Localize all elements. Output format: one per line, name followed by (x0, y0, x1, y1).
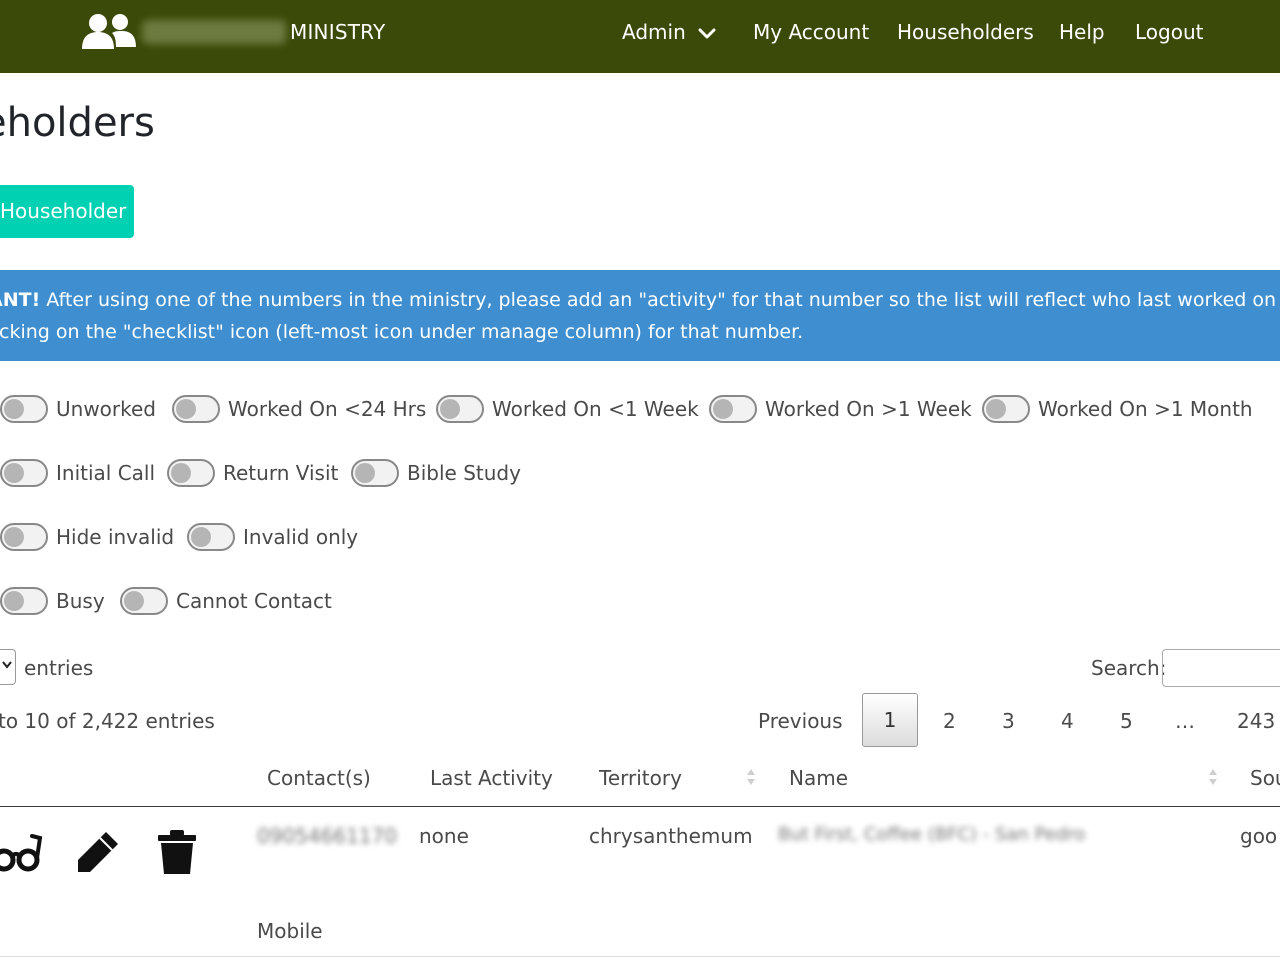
toggle-switch[interactable] (982, 395, 1030, 423)
toggle-switch[interactable] (120, 587, 168, 615)
nav-my-account[interactable]: My Account (753, 20, 869, 44)
chevron-down-icon (2, 661, 12, 669)
col-header-last-activity[interactable]: Last Activity (430, 766, 553, 790)
chevron-down-icon[interactable] (698, 28, 716, 40)
pagination-page[interactable]: 2 (943, 709, 956, 733)
toggle-label: Worked On >1 Week (765, 397, 972, 421)
col-header-source[interactable]: Sou (1250, 766, 1280, 790)
trash-icon[interactable] (158, 830, 196, 874)
search-label: Search: (1091, 656, 1167, 680)
toggle-label: Worked On <24 Hrs (228, 397, 427, 421)
territory: chrysanthemum (589, 824, 753, 848)
nav-admin[interactable]: Admin (622, 20, 686, 44)
nav-help[interactable]: Help (1059, 20, 1105, 44)
notice-line-1: ANT! After using one of the numbers in t… (0, 289, 1280, 311)
pagination-page[interactable]: 4 (1061, 709, 1074, 733)
toggle-label: Busy (56, 589, 105, 613)
toggle-cannot-contact[interactable]: Cannot Contact (120, 585, 332, 617)
toggle-worked-over-week[interactable]: Worked On >1 Week (709, 393, 972, 425)
table-row-divider (0, 956, 1280, 957)
toggle-hide-invalid[interactable]: Hide invalid (0, 521, 174, 553)
toggle-label: Hide invalid (56, 525, 175, 549)
pagination-page[interactable]: 5 (1120, 709, 1133, 733)
table-info: to 10 of 2,422 entries (0, 709, 215, 733)
brand-label[interactable]: MINISTRY (290, 20, 385, 44)
pagination-page-last[interactable]: 243 (1237, 709, 1275, 733)
toggle-switch[interactable] (0, 395, 48, 423)
sort-icon[interactable] (1208, 768, 1218, 786)
toggle-switch[interactable] (0, 459, 48, 487)
toggle-label: Worked On <1 Week (492, 397, 699, 421)
toggle-switch[interactable] (0, 587, 48, 615)
toggle-busy[interactable]: Busy (0, 585, 105, 617)
toggle-label: Return Visit (223, 461, 339, 485)
toggle-switch[interactable] (0, 523, 48, 551)
pagination-page[interactable]: 3 (1002, 709, 1015, 733)
toggle-label: Unworked (56, 397, 156, 421)
entries-label: entries (24, 656, 94, 680)
pagination-previous[interactable]: Previous (758, 709, 843, 733)
add-householder-button[interactable]: Householder (0, 185, 134, 238)
toggle-switch[interactable] (187, 523, 235, 551)
contact-type: Mobile (257, 919, 323, 943)
sort-icon[interactable] (746, 768, 756, 786)
notice-text-1: After using one of the numbers in the mi… (46, 289, 1280, 311)
toggle-switch[interactable] (436, 395, 484, 423)
toggle-switch[interactable] (172, 395, 220, 423)
toggle-label: Initial Call (56, 461, 156, 485)
col-header-contacts[interactable]: Contact(s) (267, 766, 371, 790)
table-header-divider (0, 806, 1280, 807)
toggle-unworked[interactable]: Unworked (0, 393, 156, 425)
toggle-switch[interactable] (709, 395, 757, 423)
toggle-worked-over-month[interactable]: Worked On >1 Month (982, 393, 1253, 425)
page-title: eholders (0, 100, 155, 146)
important-notice: ANT! After using one of the numbers in t… (0, 270, 1280, 361)
toggle-switch[interactable] (351, 459, 399, 487)
toggle-return-visit[interactable]: Return Visit (167, 457, 338, 489)
contact-number[interactable]: 09054661170 (257, 824, 397, 848)
source: goo (1240, 824, 1278, 848)
toggle-invalid-only[interactable]: Invalid only (187, 521, 358, 553)
toggle-label: Cannot Contact (176, 589, 332, 613)
nav-logout[interactable]: Logout (1135, 20, 1203, 44)
top-navbar: MINISTRY Admin My Account Householders H… (0, 0, 1280, 73)
entries-per-page-select[interactable] (0, 649, 16, 685)
notice-bold-label: ANT! (0, 289, 41, 311)
toggle-label: Bible Study (407, 461, 521, 485)
householder-name: But First, Coffee (BFC) - San Pedro (778, 824, 1086, 845)
users-icon (82, 14, 136, 49)
notice-text-2: clicking on the "checklist" icon (left-m… (0, 321, 804, 343)
pencil-icon[interactable] (76, 830, 120, 874)
toggle-initial-call[interactable]: Initial Call (0, 457, 155, 489)
pagination-page-current[interactable]: 1 (862, 693, 918, 747)
toggle-label: Invalid only (243, 525, 359, 549)
glasses-icon[interactable] (0, 832, 44, 874)
pagination-ellipsis: … (1175, 709, 1195, 733)
last-activity: none (419, 824, 469, 848)
toggle-worked-24hrs[interactable]: Worked On <24 Hrs (172, 393, 426, 425)
toggle-worked-1week[interactable]: Worked On <1 Week (436, 393, 699, 425)
nav-householders[interactable]: Householders (897, 20, 1034, 44)
brand-name-redacted (142, 20, 286, 44)
col-header-name[interactable]: Name (789, 766, 848, 790)
col-header-territory[interactable]: Territory (599, 766, 682, 790)
toggle-switch[interactable] (167, 459, 215, 487)
toggle-label: Worked On >1 Month (1038, 397, 1253, 421)
search-input[interactable] (1162, 649, 1280, 687)
toggle-bible-study[interactable]: Bible Study (351, 457, 521, 489)
